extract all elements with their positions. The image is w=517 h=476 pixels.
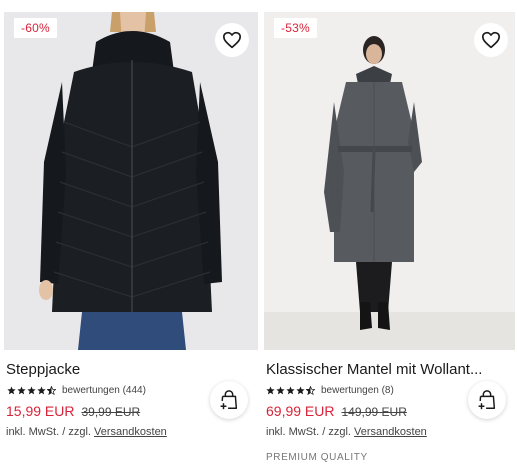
review-count: bewertungen (8) [321,384,394,396]
puffer-jacket-photo [4,12,258,350]
product-card[interactable]: -53% Klassischer Mantel mit Wollant... b… [262,0,517,476]
add-to-bag-icon [478,390,496,410]
original-price: 39,99 EUR [81,405,141,419]
star-icon [27,385,36,394]
discount-badge: -53% [274,18,317,38]
favorite-button[interactable] [215,23,249,57]
half-star-icon [306,385,315,395]
favorite-button[interactable] [474,23,508,57]
tax-info: inkl. MwSt. / zzgl. Versandkosten [6,426,167,438]
star-icon [296,385,305,394]
add-to-cart-button[interactable] [210,381,248,419]
star-icon [286,385,295,394]
rating[interactable]: bewertungen (444) [7,384,146,396]
star-icon [37,385,46,394]
rating[interactable]: bewertungen (8) [266,384,394,396]
product-title[interactable]: Steppjacke [6,361,206,378]
current-price: 15,99 EUR [6,403,75,419]
add-to-cart-button[interactable] [468,381,506,419]
discount-badge: -60% [14,18,57,38]
review-count: bewertungen (444) [62,384,146,396]
product-image[interactable] [264,12,515,350]
star-icon [276,385,285,394]
star-rating [7,385,56,395]
heart-icon [482,31,500,49]
tax-info: inkl. MwSt. / zzgl. Versandkosten [266,426,427,438]
price-row: 15,99 EUR 39,99 EUR [6,403,140,419]
shipping-cost-link[interactable]: Versandkosten [94,426,167,438]
product-card[interactable]: -60% Steppjacke bewertungen (444) 15,99 … [0,0,258,476]
product-image[interactable] [4,12,258,350]
star-icon [266,385,275,394]
product-title[interactable]: Klassischer Mantel mit Wollant... [266,361,502,378]
add-to-bag-icon [220,390,238,410]
tax-text: inkl. MwSt. / zzgl. [6,426,91,438]
heart-icon [223,31,241,49]
premium-quality-tag: PREMIUM QUALITY [266,452,368,463]
current-price: 69,99 EUR [266,403,335,419]
price-row: 69,99 EUR 149,99 EUR [266,403,407,419]
wool-coat-photo [264,12,515,350]
star-icon [7,385,16,394]
shipping-cost-link[interactable]: Versandkosten [354,426,427,438]
star-rating [266,385,315,395]
original-price: 149,99 EUR [341,405,407,419]
star-icon [17,385,26,394]
half-star-icon [47,385,56,395]
tax-text: inkl. MwSt. / zzgl. [266,426,351,438]
